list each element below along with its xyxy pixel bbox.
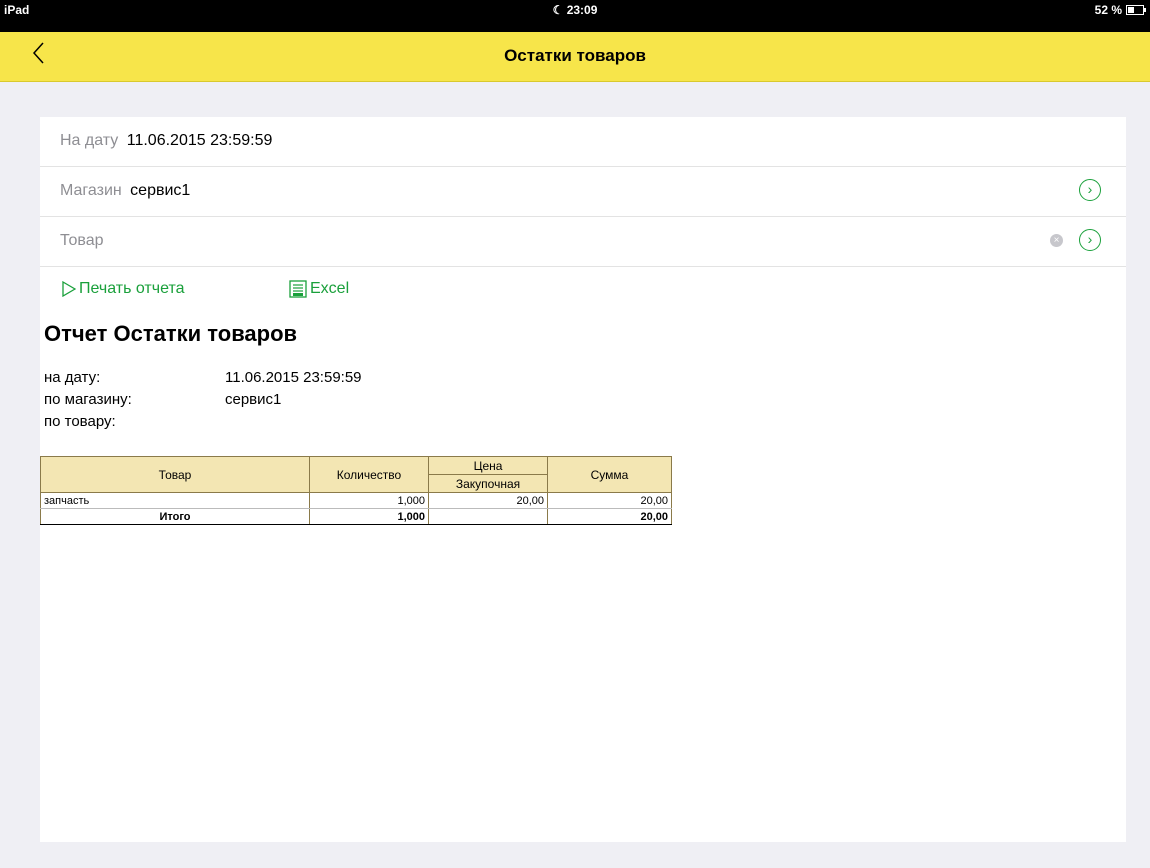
print-report-label: Печать отчета (79, 280, 185, 297)
cell-product: запчасть (40, 492, 310, 509)
meta-store-label: по магазину: (44, 391, 132, 408)
date-value: 11.06.2015 23:59:59 (126, 132, 273, 149)
product-field[interactable]: Товар × › (40, 217, 1126, 267)
store-field[interactable]: Магазин сервис1 › (40, 167, 1126, 217)
cell-sum: 20,00 (547, 492, 672, 509)
report-title: Отчет Остатки товаров (44, 321, 298, 346)
store-select-chevron-icon[interactable]: › (1079, 179, 1101, 201)
col-header-qty: Количество (309, 456, 429, 493)
meta-date-value: 11.06.2015 23:59:59 (225, 369, 362, 386)
battery-icon (1126, 5, 1146, 15)
report-output: Отчет Остатки товаров на дату: 11.06.201… (40, 313, 1126, 842)
col-header-price: Цена (428, 456, 548, 475)
excel-label: Excel (310, 280, 350, 297)
total-label: Итого (40, 508, 310, 525)
clock: ☾ 23:09 (552, 3, 598, 17)
meta-store-value: сервис1 (225, 391, 282, 408)
page-title: Остатки товаров (504, 46, 646, 65)
total-row: Итого 1,000 20,00 (40, 508, 672, 525)
report-form-card: На дату 11.06.2015 23:59:59 Магазин серв… (40, 117, 1126, 842)
store-value: сервис1 (130, 182, 191, 199)
store-label: Магазин (60, 182, 122, 199)
total-price (428, 508, 548, 525)
meta-date-label: на дату: (44, 369, 101, 386)
total-sum: 20,00 (547, 508, 672, 525)
print-report-button[interactable]: Печать отчета (62, 280, 184, 298)
action-bar: Печать отчета Excel (40, 267, 1126, 313)
date-field[interactable]: На дату 11.06.2015 23:59:59 (40, 117, 1126, 167)
navigation-bar: Остатки товаров (0, 20, 1150, 82)
meta-product-label: по товару: (44, 413, 116, 430)
date-label: На дату (60, 132, 119, 149)
clock-time: 23:09 (566, 3, 598, 17)
product-label: Товар (60, 232, 104, 249)
battery-indicator: 52 % (1094, 3, 1146, 17)
status-bar: iPad ☾ 23:09 52 % (0, 0, 1150, 20)
table-row: запчасть 1,000 20,00 20,00 (40, 492, 672, 509)
cell-price: 20,00 (428, 492, 548, 509)
col-header-product: Товар (40, 456, 310, 493)
product-select-chevron-icon[interactable]: › (1079, 229, 1101, 251)
excel-button[interactable]: Excel (289, 280, 349, 298)
col-header-price-sub: Закупочная (428, 474, 548, 493)
total-qty: 1,000 (309, 508, 429, 525)
play-icon (62, 281, 76, 297)
spreadsheet-icon (289, 280, 307, 298)
battery-percent: 52 % (1094, 3, 1122, 17)
cell-qty: 1,000 (309, 492, 429, 509)
col-header-sum: Сумма (547, 456, 672, 493)
clear-icon[interactable]: × (1050, 234, 1063, 247)
report-table: Товар Количество Цена Сумма Закупочная з… (40, 456, 672, 525)
